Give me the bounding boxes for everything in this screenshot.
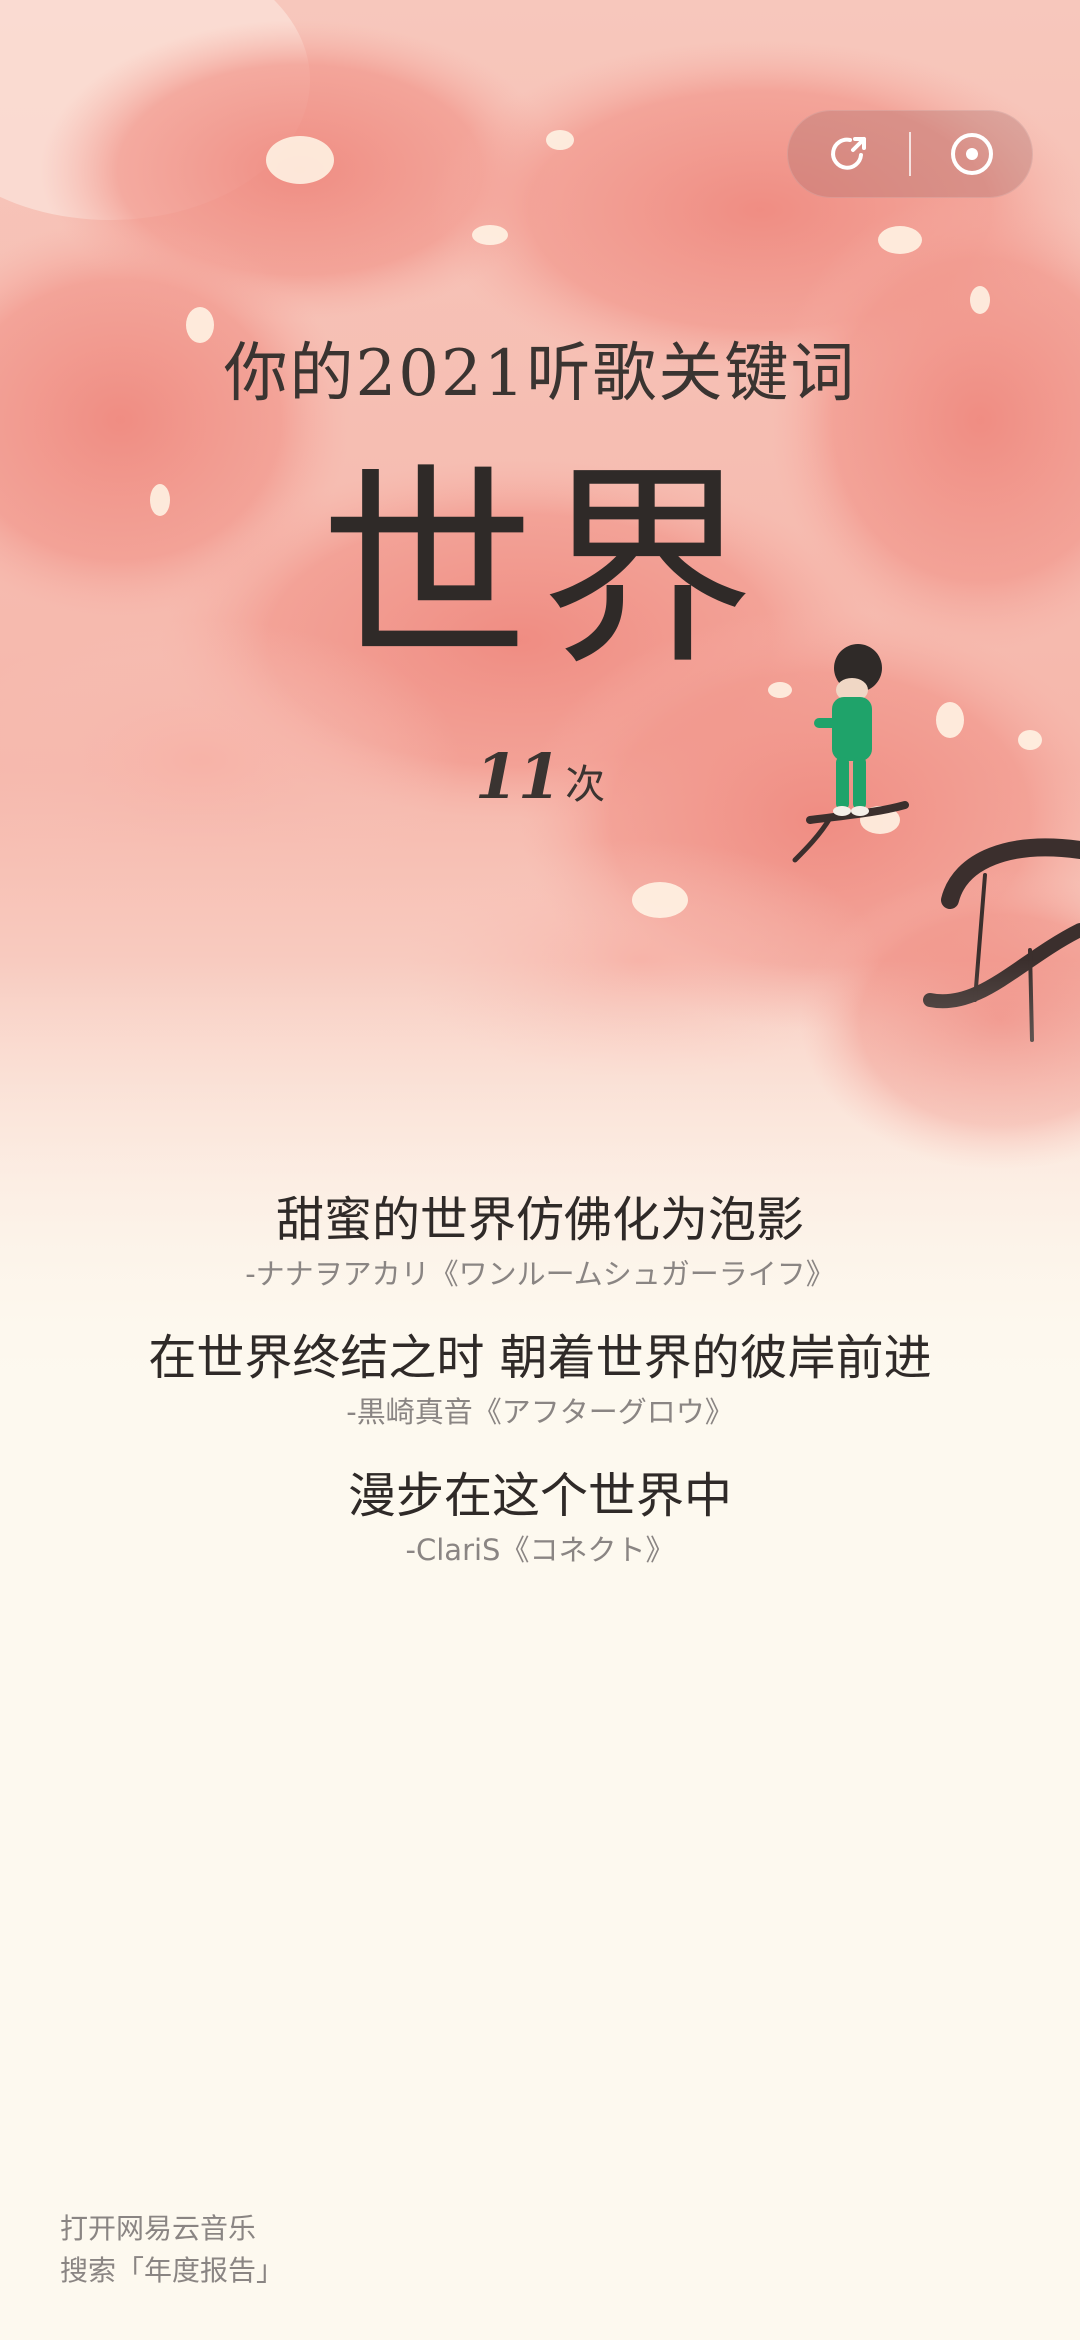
- close-button[interactable]: [910, 110, 1033, 198]
- lyric-line: 在世界终结之时 朝着世界的彼岸前进: [148, 1330, 932, 1386]
- lyric-source: -ナナヲアカリ《ワンルームシュガーライフ》: [245, 1257, 835, 1291]
- keyword: 世界: [320, 445, 760, 694]
- top-capsule: [787, 110, 1033, 198]
- lyric-line: 漫步在这个世界中: [347, 1468, 732, 1524]
- count-unit: 次: [565, 762, 606, 808]
- lyric-item: 甜蜜的世界仿佛化为泡影 -ナナヲアカリ《ワンルームシュガーライフ》: [0, 1190, 1080, 1294]
- report-page: 你的2021听歌关键词 世界 11 次 甜蜜的世界仿佛化为泡影 -ナナヲアカリ《ワ…: [0, 0, 1080, 2340]
- record-close-icon: [950, 133, 993, 175]
- share-icon: [830, 137, 866, 170]
- lyric-item: 漫步在这个世界中 -ClariS《コネクト》: [0, 1466, 1080, 1570]
- lyrics-list: 甜蜜的世界仿佛化为泡影 -ナナヲアカリ《ワンルームシュガーライフ》 在世界终结之…: [0, 1190, 1080, 1604]
- lyric-source: -黒崎真音《アフターグロウ》: [346, 1395, 734, 1429]
- footer-line-2: 搜索「年度报告」: [60, 2254, 285, 2287]
- keyword-count: 11 次: [0, 740, 1080, 813]
- share-button[interactable]: [787, 110, 910, 198]
- lyric-line: 甜蜜的世界仿佛化为泡影: [275, 1192, 804, 1248]
- count-number: 11: [474, 740, 562, 813]
- lyric-item: 在世界终结之时 朝着世界的彼岸前进 -黒崎真音《アフターグロウ》: [0, 1328, 1080, 1432]
- lyric-source: -ClariS《コネクト》: [405, 1533, 675, 1567]
- report-title: 你的2021听歌关键词: [223, 337, 857, 411]
- footer-line-1: 打开网易云音乐: [60, 2212, 257, 2245]
- footer-hint: 打开网易云音乐 搜索「年度报告」: [60, 2208, 284, 2292]
